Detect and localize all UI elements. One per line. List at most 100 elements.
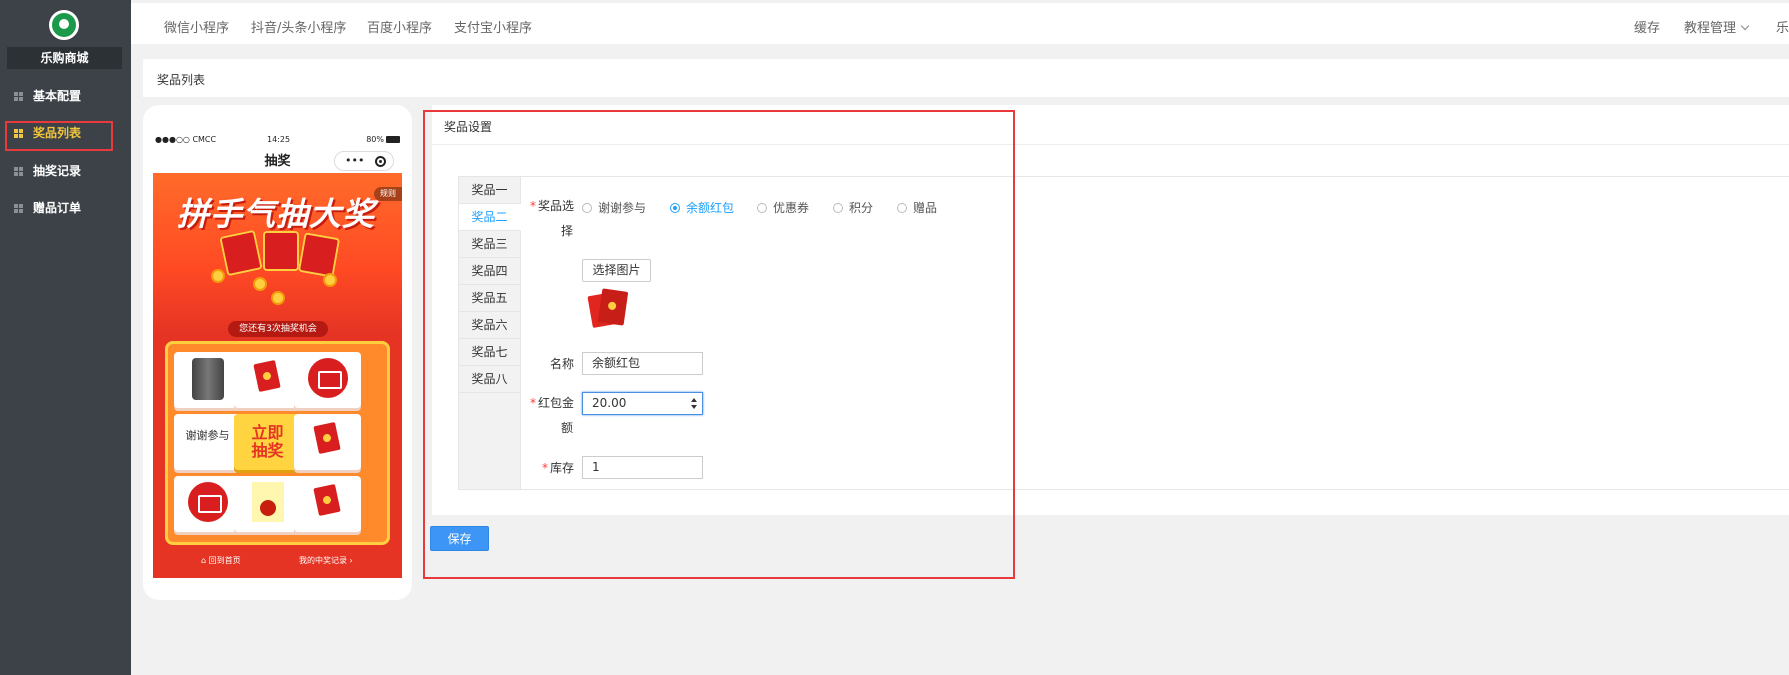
close-target-icon (375, 156, 386, 167)
sidebar-item-label: 赠品订单 (33, 201, 82, 215)
prize-type-label-text: 奖品选 (537, 199, 574, 213)
chevron-right-icon: › (347, 556, 353, 565)
chevron-down-icon (1740, 21, 1750, 31)
tab-prize-3[interactable]: 奖品三 (459, 231, 520, 258)
tutorial-menu-label: 教程管理 (1684, 21, 1737, 36)
red-envelope-icon (313, 422, 341, 454)
store-name: 乐购商城 (7, 47, 122, 69)
radio-gift[interactable]: 赠品 (897, 199, 937, 216)
red-envelope-image (297, 232, 341, 278)
amount-input[interactable]: 20.00 (582, 392, 703, 415)
tab-prize-6[interactable]: 奖品六 (459, 312, 520, 339)
grid-cell-coupon (294, 352, 361, 408)
grid-cell-coupon (174, 476, 241, 532)
coupon-icon (308, 358, 348, 398)
top-link-alipay-miniapp[interactable]: 支付宝小程序 (454, 17, 532, 36)
sidebar-item-lottery-records[interactable]: 抽奖记录 (0, 153, 131, 189)
coupon-icon (188, 482, 228, 522)
footer-records-label: 我的中奖记录 (299, 556, 347, 565)
name-input[interactable]: 余额红包 (582, 352, 703, 375)
tab-prize-7[interactable]: 奖品七 (459, 339, 520, 366)
home-icon: ⌂ (201, 556, 209, 565)
radio-dot (582, 203, 592, 213)
grid-icon (14, 92, 23, 101)
radio-dot (670, 203, 680, 213)
coin-image (323, 273, 337, 287)
footer-home-link[interactable]: ⌂ 回到首页 (201, 555, 241, 566)
lottery-grid: 谢谢参与 立即 抽奖 (165, 341, 390, 545)
sidebar-item-label: 奖品列表 (33, 126, 82, 140)
battery-icon (386, 136, 400, 143)
grid-icon (14, 204, 23, 213)
radio-label: 余额红包 (686, 201, 735, 215)
sidebar-item-prize-list[interactable]: 奖品列表 (0, 115, 131, 151)
prize-settings-title: 奖品设置 (444, 120, 493, 134)
radio-coupon[interactable]: 优惠券 (757, 199, 809, 216)
grid-cell-red-envelope (294, 414, 361, 470)
save-button[interactable]: 保存 (430, 526, 489, 551)
radio-label: 积分 (849, 201, 874, 215)
draw-button[interactable]: 立即 抽奖 (234, 414, 301, 470)
radio-dot (757, 203, 767, 213)
top-link-cache[interactable]: 缓存 (1634, 17, 1660, 36)
stock-input[interactable]: 1 (582, 456, 703, 479)
grid-cell-red-envelope (294, 476, 361, 532)
miniapp-capsule: ••• (334, 151, 394, 171)
prize-tabs: 奖品一 奖品二 奖品三 奖品四 奖品五 奖品六 奖品七 奖品八 (458, 176, 1789, 490)
amount-label: * 红包金 (526, 390, 574, 416)
radio-points[interactable]: 积分 (833, 199, 873, 216)
red-envelope-image (219, 229, 263, 277)
prize-image (587, 288, 630, 330)
amount-value: 20.00 (592, 396, 627, 410)
sidebar-item-gift-orders[interactable]: 赠品订单 (0, 190, 131, 226)
tab-prize-4[interactable]: 奖品四 (459, 258, 520, 285)
battery-text: 80% (366, 135, 384, 144)
top-link-baidu-miniapp[interactable]: 百度小程序 (367, 17, 432, 36)
coin-image (253, 277, 267, 291)
rule-tag: 规则 (374, 187, 402, 201)
tab-prize-5[interactable]: 奖品五 (459, 285, 520, 312)
required-mark: * (529, 199, 536, 213)
store-logo (49, 10, 79, 40)
chances-remaining: 您还有3次抽奖机会 (228, 321, 328, 337)
amount-label-text: 红包金 (537, 396, 574, 410)
footer-records-link[interactable]: 我的中奖记录 › (299, 555, 353, 566)
sidebar-item-label: 基本配置 (33, 89, 82, 103)
prize-type-label: * 奖品选 (526, 193, 574, 219)
prize-tab-list: 奖品一 奖品二 奖品三 奖品四 奖品五 奖品六 奖品七 奖品八 (459, 177, 521, 489)
status-time: 14:25 (267, 135, 291, 144)
lottery-preview: 拼手气抽大奖 规则 您还有3次抽奖机会 谢谢参与 立即 抽奖 ⌂ 回到首页 我的… (153, 173, 402, 578)
coin-image (211, 269, 225, 283)
stock-label-text: 库存 (549, 461, 574, 475)
lottery-banner: 拼手气抽大奖 规则 (153, 173, 402, 333)
sidebar-item-label: 抽奖记录 (33, 164, 82, 178)
draw-button-line2: 抽奖 (251, 441, 284, 460)
radio-label: 谢谢参与 (598, 201, 647, 215)
grid-cell-thanks: 谢谢参与 (174, 414, 241, 470)
required-mark: * (541, 461, 548, 475)
gift-image (252, 482, 284, 522)
top-link-tutorial-menu[interactable]: 教程管理 (1684, 17, 1750, 36)
sidebar-item-basic-config[interactable]: 基本配置 (0, 78, 131, 114)
radio-label: 赠品 (913, 201, 938, 215)
grid-cell-coat (174, 352, 241, 408)
tab-prize-8[interactable]: 奖品八 (459, 366, 520, 393)
number-spinner-icon[interactable] (691, 398, 697, 409)
breadcrumb: 奖品列表 (157, 73, 206, 87)
top-link-wechat-miniapp[interactable]: 微信小程序 (164, 17, 229, 36)
tab-prize-1[interactable]: 奖品一 (459, 177, 520, 204)
top-link-douyin-miniapp[interactable]: 抖音/头条小程序 (251, 17, 346, 36)
choose-image-button[interactable]: 选择图片 (582, 259, 651, 282)
radio-dot (833, 203, 843, 213)
red-envelope-image (263, 231, 299, 271)
tab-prize-2[interactable]: 奖品二 (459, 204, 521, 231)
radio-balance-red-envelope[interactable]: 余额红包 (670, 199, 734, 216)
prize-settings-header: 奖品设置 (432, 105, 1789, 145)
required-mark: * (529, 396, 536, 410)
top-link-user[interactable]: 乐 (1776, 17, 1789, 36)
radio-label: 优惠券 (773, 201, 810, 215)
red-envelope-icon (253, 360, 281, 392)
coin-image (271, 291, 285, 305)
radio-thanks[interactable]: 谢谢参与 (582, 199, 646, 216)
grid-cell-gift (234, 476, 301, 532)
